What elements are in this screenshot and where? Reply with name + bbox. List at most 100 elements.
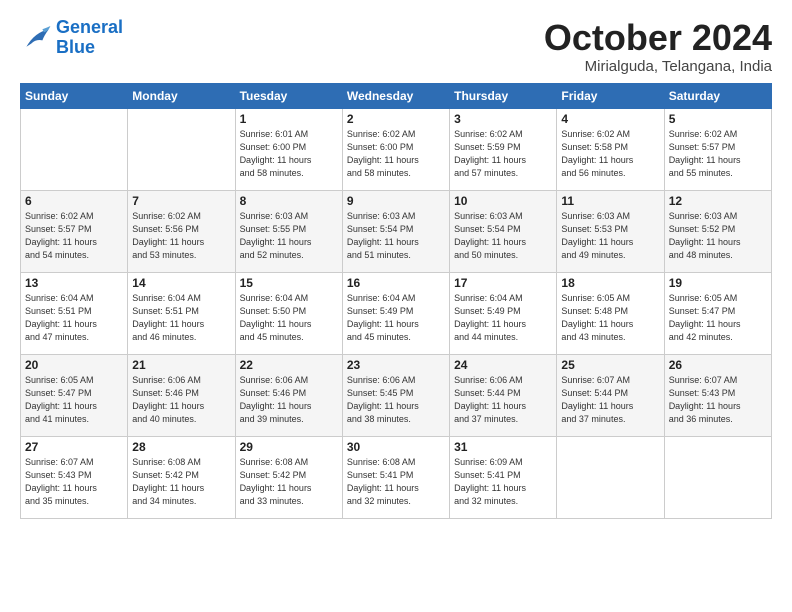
day-info: Sunrise: 6:06 AM Sunset: 5:45 PM Dayligh… — [347, 374, 445, 426]
logo-line2: Blue — [56, 37, 95, 57]
col-monday: Monday — [128, 83, 235, 108]
day-info: Sunrise: 6:04 AM Sunset: 5:49 PM Dayligh… — [454, 292, 552, 344]
day-number: 1 — [240, 112, 338, 126]
col-sunday: Sunday — [21, 83, 128, 108]
logo: General Blue — [20, 18, 123, 58]
day-number: 11 — [561, 194, 659, 208]
header: General Blue October 2024 Mirialguda, Te… — [20, 18, 772, 75]
day-info: Sunrise: 6:06 AM Sunset: 5:46 PM Dayligh… — [132, 374, 230, 426]
table-row: 9 Sunrise: 6:03 AM Sunset: 5:54 PM Daylig… — [342, 190, 449, 272]
day-number: 14 — [132, 276, 230, 290]
day-info: Sunrise: 6:08 AM Sunset: 5:42 PM Dayligh… — [240, 456, 338, 508]
day-number: 26 — [669, 358, 767, 372]
day-info: Sunrise: 6:07 AM Sunset: 5:44 PM Dayligh… — [561, 374, 659, 426]
day-number: 29 — [240, 440, 338, 454]
table-row: 23 Sunrise: 6:06 AM Sunset: 5:45 PM Dayli… — [342, 354, 449, 436]
table-row: 30 Sunrise: 6:08 AM Sunset: 5:41 PM Dayli… — [342, 436, 449, 518]
day-info: Sunrise: 6:04 AM Sunset: 5:51 PM Dayligh… — [25, 292, 123, 344]
table-row — [128, 108, 235, 190]
table-row: 6 Sunrise: 6:02 AM Sunset: 5:57 PM Daylig… — [21, 190, 128, 272]
day-info: Sunrise: 6:03 AM Sunset: 5:54 PM Dayligh… — [347, 210, 445, 262]
table-row: 1 Sunrise: 6:01 AM Sunset: 6:00 PM Daylig… — [235, 108, 342, 190]
table-row: 18Sunrise: 6:05 AM Sunset: 5:48 PM Dayli… — [557, 272, 664, 354]
day-info: Sunrise: 6:02 AM Sunset: 6:00 PM Dayligh… — [347, 128, 445, 180]
day-number: 23 — [347, 358, 445, 372]
day-number: 25 — [561, 358, 659, 372]
day-number: 9 — [347, 194, 445, 208]
col-thursday: Thursday — [450, 83, 557, 108]
day-number: 3 — [454, 112, 552, 126]
calendar-page: General Blue October 2024 Mirialguda, Te… — [0, 0, 792, 529]
day-number: 27 — [25, 440, 123, 454]
day-info: Sunrise: 6:08 AM Sunset: 5:41 PM Dayligh… — [347, 456, 445, 508]
table-row: 13 Sunrise: 6:04 AM Sunset: 5:51 PM Dayli… — [21, 272, 128, 354]
day-number: 22 — [240, 358, 338, 372]
table-row: 29 Sunrise: 6:08 AM Sunset: 5:42 PM Dayli… — [235, 436, 342, 518]
table-row: 15 Sunrise: 6:04 AM Sunset: 5:50 PM Dayli… — [235, 272, 342, 354]
col-friday: Friday — [557, 83, 664, 108]
header-row: Sunday Monday Tuesday Wednesday Thursday… — [21, 83, 772, 108]
table-row: 10Sunrise: 6:03 AM Sunset: 5:54 PM Dayli… — [450, 190, 557, 272]
table-row: 16Sunrise: 6:04 AM Sunset: 5:49 PM Dayli… — [342, 272, 449, 354]
day-info: Sunrise: 6:03 AM Sunset: 5:55 PM Dayligh… — [240, 210, 338, 262]
location-subtitle: Mirialguda, Telangana, India — [544, 58, 772, 75]
day-info: Sunrise: 6:03 AM Sunset: 5:52 PM Dayligh… — [669, 210, 767, 262]
day-number: 20 — [25, 358, 123, 372]
table-row: 24Sunrise: 6:06 AM Sunset: 5:44 PM Dayli… — [450, 354, 557, 436]
day-number: 8 — [240, 194, 338, 208]
day-number: 6 — [25, 194, 123, 208]
day-info: Sunrise: 6:05 AM Sunset: 5:47 PM Dayligh… — [669, 292, 767, 344]
col-wednesday: Wednesday — [342, 83, 449, 108]
day-number: 28 — [132, 440, 230, 454]
table-row: 7 Sunrise: 6:02 AM Sunset: 5:56 PM Daylig… — [128, 190, 235, 272]
logo-text-block: General Blue — [56, 18, 123, 58]
day-number: 31 — [454, 440, 552, 454]
day-number: 5 — [669, 112, 767, 126]
table-row: 25 Sunrise: 6:07 AM Sunset: 5:44 PM Dayli… — [557, 354, 664, 436]
day-info: Sunrise: 6:04 AM Sunset: 5:51 PM Dayligh… — [132, 292, 230, 344]
month-title: October 2024 — [544, 18, 772, 58]
table-row: 27 Sunrise: 6:07 AM Sunset: 5:43 PM Dayli… — [21, 436, 128, 518]
day-number: 4 — [561, 112, 659, 126]
table-row: 31Sunrise: 6:09 AM Sunset: 5:41 PM Dayli… — [450, 436, 557, 518]
table-row: 3 Sunrise: 6:02 AM Sunset: 5:59 PM Daylig… — [450, 108, 557, 190]
day-number: 30 — [347, 440, 445, 454]
logo-line1: General — [56, 17, 123, 37]
logo-icon — [20, 24, 52, 52]
table-row — [664, 436, 771, 518]
col-tuesday: Tuesday — [235, 83, 342, 108]
table-row: 20Sunrise: 6:05 AM Sunset: 5:47 PM Dayli… — [21, 354, 128, 436]
day-number: 16 — [347, 276, 445, 290]
table-row: 5 Sunrise: 6:02 AM Sunset: 5:57 PM Daylig… — [664, 108, 771, 190]
day-info: Sunrise: 6:03 AM Sunset: 5:53 PM Dayligh… — [561, 210, 659, 262]
day-info: Sunrise: 6:02 AM Sunset: 5:57 PM Dayligh… — [25, 210, 123, 262]
day-info: Sunrise: 6:02 AM Sunset: 5:59 PM Dayligh… — [454, 128, 552, 180]
day-info: Sunrise: 6:07 AM Sunset: 5:43 PM Dayligh… — [25, 456, 123, 508]
day-number: 2 — [347, 112, 445, 126]
table-row — [557, 436, 664, 518]
day-number: 19 — [669, 276, 767, 290]
day-info: Sunrise: 6:01 AM Sunset: 6:00 PM Dayligh… — [240, 128, 338, 180]
day-number: 15 — [240, 276, 338, 290]
table-row: 2 Sunrise: 6:02 AM Sunset: 6:00 PM Daylig… — [342, 108, 449, 190]
calendar-table: Sunday Monday Tuesday Wednesday Thursday… — [20, 83, 772, 519]
day-number: 7 — [132, 194, 230, 208]
day-info: Sunrise: 6:07 AM Sunset: 5:43 PM Dayligh… — [669, 374, 767, 426]
table-row: 11 Sunrise: 6:03 AM Sunset: 5:53 PM Dayli… — [557, 190, 664, 272]
table-row: 26 Sunrise: 6:07 AM Sunset: 5:43 PM Dayli… — [664, 354, 771, 436]
table-row — [21, 108, 128, 190]
day-number: 12 — [669, 194, 767, 208]
col-saturday: Saturday — [664, 83, 771, 108]
day-number: 24 — [454, 358, 552, 372]
table-row: 21Sunrise: 6:06 AM Sunset: 5:46 PM Dayli… — [128, 354, 235, 436]
table-row: 22 Sunrise: 6:06 AM Sunset: 5:46 PM Dayli… — [235, 354, 342, 436]
table-row: 14 Sunrise: 6:04 AM Sunset: 5:51 PM Dayli… — [128, 272, 235, 354]
day-number: 13 — [25, 276, 123, 290]
day-info: Sunrise: 6:03 AM Sunset: 5:54 PM Dayligh… — [454, 210, 552, 262]
day-info: Sunrise: 6:05 AM Sunset: 5:48 PM Dayligh… — [561, 292, 659, 344]
day-info: Sunrise: 6:04 AM Sunset: 5:50 PM Dayligh… — [240, 292, 338, 344]
day-info: Sunrise: 6:06 AM Sunset: 5:46 PM Dayligh… — [240, 374, 338, 426]
day-info: Sunrise: 6:02 AM Sunset: 5:57 PM Dayligh… — [669, 128, 767, 180]
table-row: 8 Sunrise: 6:03 AM Sunset: 5:55 PM Daylig… — [235, 190, 342, 272]
day-info: Sunrise: 6:02 AM Sunset: 5:56 PM Dayligh… — [132, 210, 230, 262]
